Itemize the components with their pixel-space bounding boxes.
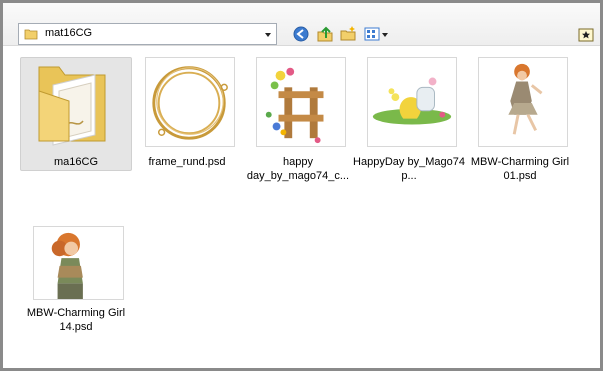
toolbar: mat16CG bbox=[3, 3, 600, 46]
item-label: happy day_by_mago74_c... bbox=[246, 156, 350, 182]
image-thumbnail bbox=[367, 57, 457, 147]
favorites-icon[interactable] bbox=[578, 27, 594, 43]
list-item-file[interactable]: happy day_by_mago74_c... bbox=[242, 57, 354, 182]
views-menu-icon[interactable] bbox=[363, 25, 391, 43]
image-thumbnail bbox=[478, 57, 568, 147]
back-arrow-icon[interactable] bbox=[292, 25, 310, 43]
folder-icon bbox=[38, 66, 106, 146]
list-item-file[interactable]: frame_rund.psd bbox=[131, 57, 243, 172]
item-label: MBW-Charming Girl 01.psd bbox=[470, 156, 570, 182]
file-list: ma16CG frame_rund.psd happy day_by_mago7… bbox=[3, 46, 600, 368]
item-label: MBW-Charming Girl 14.psd bbox=[26, 307, 126, 333]
list-item-folder[interactable]: ma16CG bbox=[20, 57, 132, 172]
file-dialog-window: mat16CG ma16CG frame_rund.psd happy day_… bbox=[0, 0, 603, 371]
item-label: frame_rund.psd bbox=[148, 156, 226, 168]
path-text: mat16CG bbox=[45, 27, 93, 39]
image-thumbnail bbox=[145, 57, 235, 147]
item-label: ma16CG bbox=[53, 156, 99, 168]
item-label: HappyDay by_Mago74 p... bbox=[353, 156, 465, 182]
image-thumbnail bbox=[256, 57, 346, 147]
folder-up-icon[interactable] bbox=[316, 25, 334, 43]
list-item-file[interactable]: MBW-Charming Girl 01.psd bbox=[464, 57, 576, 182]
list-item-file[interactable]: MBW-Charming Girl 14.psd bbox=[20, 226, 132, 341]
new-folder-icon[interactable] bbox=[339, 25, 357, 43]
folder-icon bbox=[24, 29, 38, 40]
chevron-down-icon[interactable] bbox=[265, 33, 271, 37]
path-combo[interactable]: mat16CG bbox=[18, 23, 277, 45]
list-item-file[interactable]: HappyDay by_Mago74 p... bbox=[353, 57, 465, 182]
image-thumbnail bbox=[33, 226, 124, 300]
